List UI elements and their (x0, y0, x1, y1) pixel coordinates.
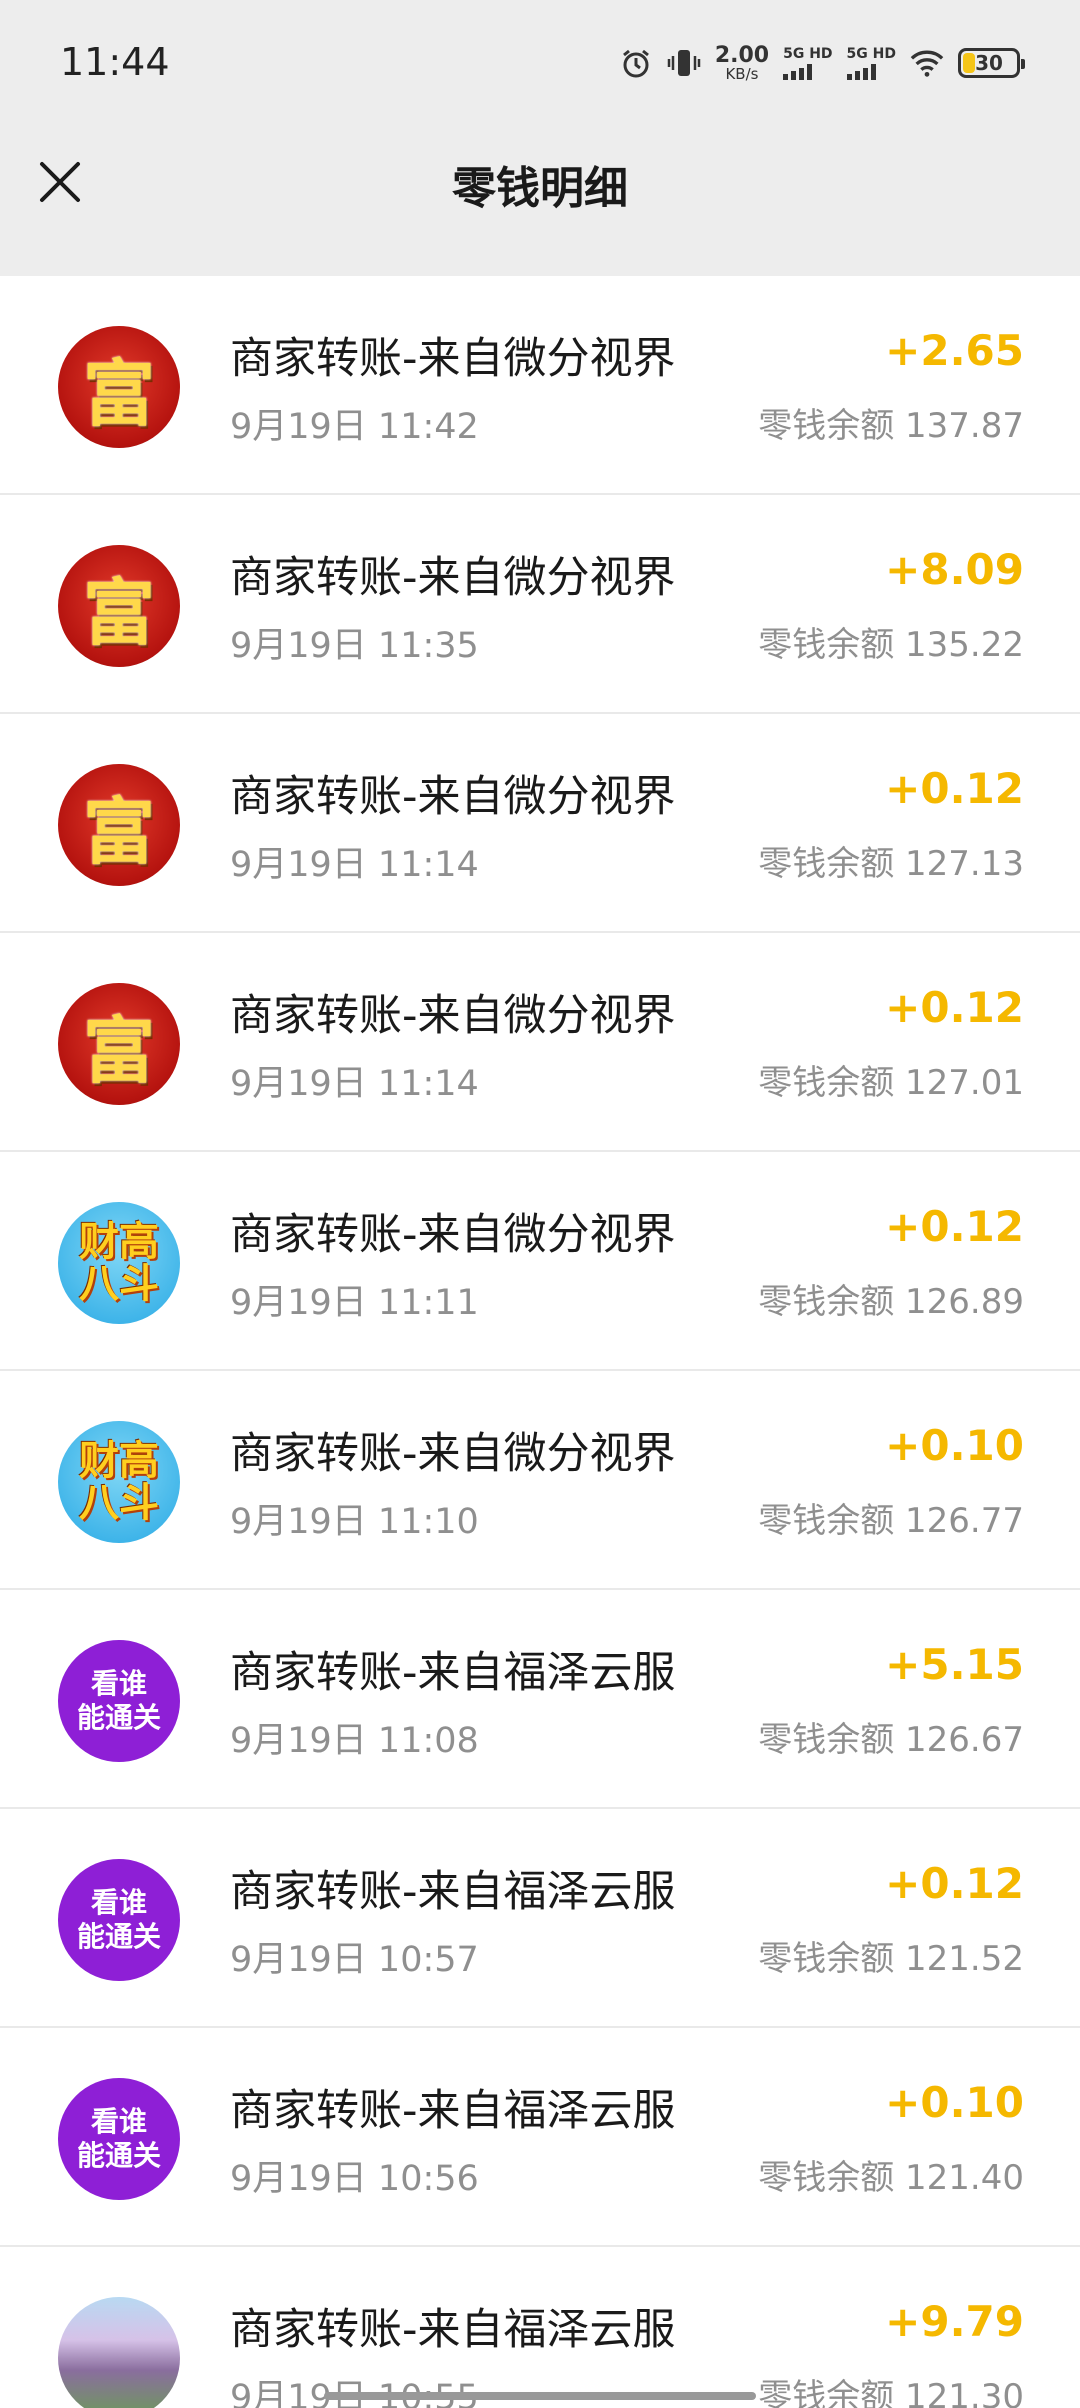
transaction-amount: +0.12 (885, 764, 1024, 813)
avatar-text: 富 (82, 1007, 155, 1093)
transaction-title: 商家转账-来自福泽云服 (230, 1867, 676, 1917)
transaction-time: 9月19日 11:35 (230, 626, 479, 666)
transaction-balance: 零钱余额 126.67 (758, 1720, 1024, 1760)
transaction-balance: 零钱余额 121.40 (758, 2158, 1024, 2198)
transaction-amount: +0.12 (885, 1859, 1024, 1908)
signal-icon (846, 63, 876, 80)
transaction-row[interactable]: 富 商家转账-来自微分视界 9月19日 11:35 +8.09 零钱余额 135… (0, 495, 1080, 714)
avatar-text: 富 (82, 350, 155, 436)
transaction-time: 9月19日 11:11 (230, 1283, 479, 1323)
transaction-balance: 零钱余额 127.01 (758, 1063, 1024, 1103)
merchant-avatar: 财高 八斗 (58, 1202, 180, 1324)
transaction-time: 9月19日 11:10 (230, 1502, 479, 1542)
page-title: 零钱明细 (452, 163, 628, 214)
signal-sim1: 5G HD (783, 45, 833, 80)
transaction-amount: +5.15 (885, 1640, 1024, 1689)
transaction-title: 商家转账-来自微分视界 (230, 553, 676, 603)
transaction-amount: +8.09 (885, 545, 1024, 594)
transaction-title: 商家转账-来自微分视界 (230, 772, 676, 822)
transaction-list: 富 商家转账-来自微分视界 9月19日 11:42 +2.65 零钱余额 137… (0, 276, 1080, 2408)
transaction-title: 商家转账-来自微分视界 (230, 334, 676, 384)
avatar-text: 看谁 能通关 (76, 1667, 161, 1734)
avatar-text: 看谁 能通关 (76, 2105, 161, 2172)
merchant-avatar: 看谁 能通关 (58, 2078, 180, 2200)
avatar-text: 财高 八斗 (79, 1219, 159, 1307)
transaction-time: 9月19日 10:56 (230, 2159, 479, 2199)
sim2-label: 5G HD (846, 45, 896, 62)
alarm-icon (619, 46, 653, 80)
battery-icon: 30 (958, 48, 1025, 78)
transaction-title: 商家转账-来自微分视界 (230, 1429, 676, 1479)
merchant-avatar: 富 (58, 326, 180, 448)
transaction-balance: 零钱余额 121.30 (758, 2377, 1024, 2408)
transaction-amount: +2.65 (885, 326, 1024, 375)
transaction-amount: +0.12 (885, 983, 1024, 1032)
merchant-avatar: 财高 八斗 (58, 1421, 180, 1543)
avatar-text: 财高 八斗 (79, 1438, 159, 1526)
transaction-title: 商家转账-来自福泽云服 (230, 2305, 676, 2355)
status-time: 11:44 (60, 40, 170, 84)
transaction-time: 9月19日 11:42 (230, 407, 479, 447)
transaction-time: 9月19日 11:08 (230, 1721, 479, 1761)
wifi-icon (910, 46, 944, 80)
nav-bar: 零钱明细 (0, 126, 1080, 238)
transaction-row[interactable]: 看谁 能通关 商家转账-来自福泽云服 9月19日 11:08 +5.15 零钱余额… (0, 1590, 1080, 1809)
vibrate-icon (667, 46, 701, 80)
transaction-row[interactable]: 富 商家转账-来自微分视界 9月19日 11:14 +0.12 零钱余额 127… (0, 714, 1080, 933)
merchant-avatar: 富 (58, 983, 180, 1105)
transaction-amount: +0.10 (885, 1421, 1024, 1470)
transaction-row[interactable]: 财高 八斗 商家转账-来自微分视界 9月19日 11:10 +0.10 零钱余额 … (0, 1371, 1080, 1590)
transaction-title: 商家转账-来自微分视界 (230, 1210, 676, 1260)
transaction-time: 9月19日 10:55 (230, 2378, 479, 2408)
transaction-row[interactable]: 看谁 能通关 商家转账-来自福泽云服 9月19日 10:57 +0.12 零钱余额… (0, 1809, 1080, 2028)
transaction-row[interactable]: 看谁 能通关 商家转账-来自福泽云服 9月19日 10:56 +0.10 零钱余额… (0, 2028, 1080, 2247)
transaction-balance: 零钱余额 126.89 (758, 1282, 1024, 1322)
battery-percent: 30 (975, 51, 1003, 75)
net-speed-value: 2.00 (714, 42, 770, 68)
merchant-avatar: 富 (58, 545, 180, 667)
transaction-balance: 零钱余额 121.52 (758, 1939, 1024, 1979)
transaction-balance: 零钱余额 126.77 (758, 1501, 1024, 1541)
status-bar: 11:44 2.00 KB/s 5G HD 5G HD 30 (0, 0, 1080, 126)
transaction-title: 商家转账-来自微分视界 (230, 991, 676, 1041)
transaction-row[interactable]: 富 商家转账-来自微分视界 9月19日 11:42 +2.65 零钱余额 137… (0, 276, 1080, 495)
avatar-text: 看谁 能通关 (76, 1886, 161, 1953)
transaction-amount: +0.10 (885, 2078, 1024, 2127)
transaction-row[interactable]: 财高 八斗 商家转账-来自微分视界 9月19日 11:11 +0.12 零钱余额 … (0, 1152, 1080, 1371)
sim1-label: 5G HD (783, 45, 833, 62)
merchant-avatar: 看谁 能通关 (58, 1859, 180, 1981)
transaction-amount: +9.79 (885, 2297, 1024, 2346)
transaction-row[interactable]: 商家转账-来自福泽云服 9月19日 10:55 +9.79 零钱余额 121.3… (0, 2247, 1080, 2408)
status-icons: 2.00 KB/s 5G HD 5G HD 30 (619, 40, 1025, 86)
merchant-avatar (58, 2297, 180, 2408)
net-speed-unit: KB/s (725, 64, 759, 83)
avatar-text: 富 (82, 569, 155, 655)
home-indicator[interactable] (324, 2392, 756, 2400)
transaction-title: 商家转账-来自福泽云服 (230, 2086, 676, 2136)
battery-fill (963, 53, 975, 73)
transaction-time: 9月19日 11:14 (230, 1064, 479, 1104)
signal-sim2: 5G HD (846, 45, 896, 80)
net-speed: 2.00 KB/s (714, 42, 770, 83)
transaction-time: 9月19日 10:57 (230, 1940, 479, 1980)
transaction-amount: +0.12 (885, 1202, 1024, 1251)
avatar-text: 富 (82, 788, 155, 874)
signal-icon (783, 63, 813, 80)
transaction-title: 商家转账-来自福泽云服 (230, 1648, 676, 1698)
transaction-balance: 零钱余额 135.22 (758, 625, 1024, 665)
transaction-balance: 零钱余额 137.87 (758, 406, 1024, 446)
merchant-avatar: 看谁 能通关 (58, 1640, 180, 1762)
transaction-time: 9月19日 11:14 (230, 845, 479, 885)
transaction-row[interactable]: 富 商家转账-来自微分视界 9月19日 11:14 +0.12 零钱余额 127… (0, 933, 1080, 1152)
merchant-avatar: 富 (58, 764, 180, 886)
transaction-balance: 零钱余额 127.13 (758, 844, 1024, 884)
